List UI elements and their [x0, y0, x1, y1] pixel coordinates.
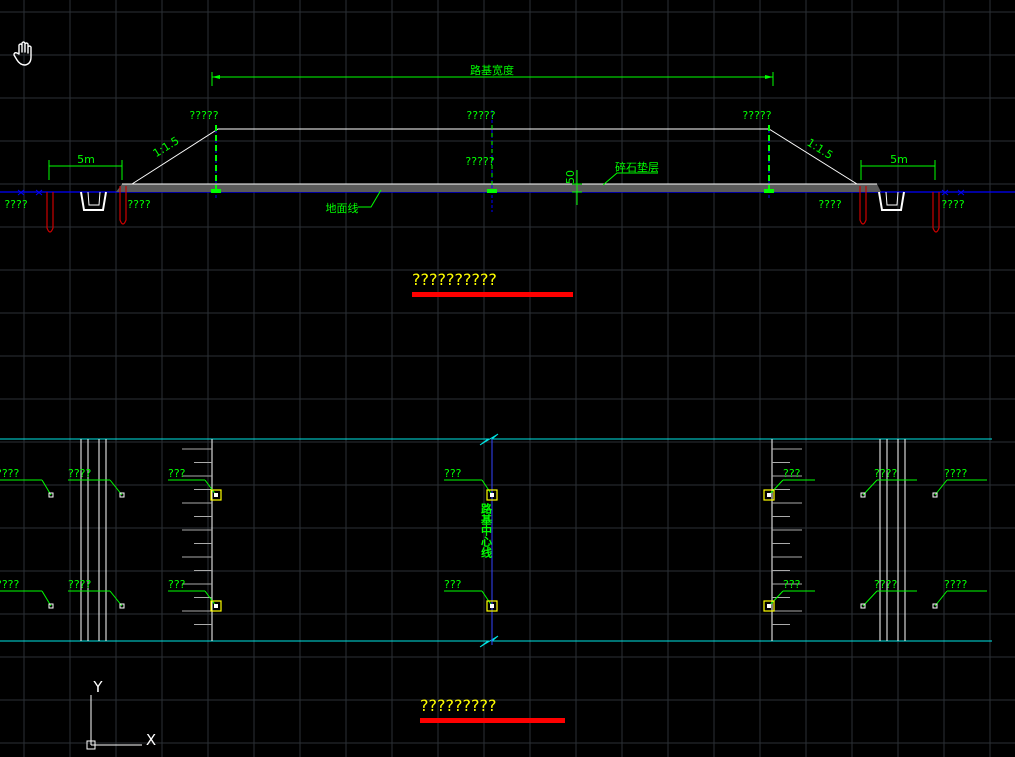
center-stake-base	[487, 189, 497, 193]
ground-line-label: 地面线	[326, 201, 359, 215]
far-left-label: ????	[4, 198, 28, 211]
plan-view-drawing: 路基中心线 ????????????????????????? ????????…	[0, 433, 992, 723]
plan-bottom-label: ????	[874, 578, 898, 591]
subgrade-width-label: 路基宽度	[470, 63, 514, 77]
plan-bottom-label: ????	[944, 578, 968, 591]
right-ditch	[878, 191, 905, 211]
center-top-label: ?????	[466, 109, 495, 122]
plan-title-underline	[420, 718, 565, 723]
plan-top-label: ????	[874, 467, 898, 480]
plan-bottom-border	[0, 635, 992, 648]
ucs-x-label: X	[146, 731, 156, 749]
left-ditch-label: ????	[127, 198, 151, 211]
drain-pipe-far-right	[932, 192, 940, 233]
centerline-label: 路基中心线	[480, 502, 494, 559]
plan-top-stake-marker-dot	[490, 493, 494, 497]
right-ditch-label: ????	[818, 198, 842, 211]
plan-bottom-stake-marker-dot	[490, 604, 494, 608]
thickness-label: 50	[564, 170, 577, 184]
plan-markers	[0, 479, 987, 612]
left-stake-base	[211, 189, 221, 193]
drawing-grid	[0, 0, 1015, 757]
plan-top-stake-marker-dot	[767, 493, 771, 497]
plan-top-label: ????	[68, 467, 92, 480]
plan-bottom-label: ???	[444, 578, 462, 591]
plan-bottom-label: ????	[0, 578, 20, 591]
drain-pipe-far-left	[46, 192, 54, 233]
plan-top-border	[0, 433, 992, 446]
left-shoulder-label: ?????	[189, 109, 218, 122]
right-stake-base	[764, 189, 774, 193]
gravel-layer-label: 碎石垫层	[615, 160, 659, 174]
right-shoulder-label: ?????	[742, 109, 771, 122]
right-slope-label: 1:1.5	[804, 136, 835, 162]
ucs-icon: Y X	[86, 678, 156, 750]
far-right-label: ????	[941, 198, 965, 211]
left-slope-label: 1:1.5	[151, 134, 182, 160]
left-ditch-inner	[87, 191, 101, 206]
plan-bottom-leader	[768, 590, 784, 607]
plan-top-label: ???	[783, 467, 801, 480]
center-mid-label: ?????	[465, 155, 494, 168]
left-ditch	[80, 191, 107, 211]
section-title-underline	[412, 292, 573, 297]
plan-bottom-stake-marker-dot	[767, 604, 771, 608]
plan-bottom-label: ????	[68, 578, 92, 591]
plan-top-stake-marker-dot	[214, 493, 218, 497]
section-title: ??????????	[412, 270, 497, 289]
right-ditch-inner	[885, 191, 899, 206]
pan-hand-icon[interactable]	[12, 40, 38, 68]
gravel-leader	[602, 172, 658, 186]
plan-top-label: ???	[168, 467, 186, 480]
plan-top-label: ???	[444, 467, 462, 480]
cad-viewport[interactable]: 路基宽度 ????? ????? ????? ????? 1:1.5 1:1.5…	[0, 0, 1015, 757]
ucs-y-label: Y	[92, 678, 103, 696]
centerline-label-group: 路基中心线	[480, 502, 494, 559]
plan-bottom-stake-marker-dot	[214, 604, 218, 608]
plan-top-label: ????	[0, 467, 20, 480]
right-offset-label: 5m	[890, 153, 908, 166]
plan-top-label: ????	[944, 467, 968, 480]
plan-top-leader	[768, 479, 784, 496]
drawing-canvas[interactable]: 路基宽度 ????? ????? ????? ????? 1:1.5 1:1.5…	[0, 0, 1015, 757]
left-offset-label: 5m	[77, 153, 95, 166]
plan-bottom-label: ???	[783, 578, 801, 591]
plan-bottom-label: ???	[168, 578, 186, 591]
plan-title: ?????????	[420, 696, 496, 715]
